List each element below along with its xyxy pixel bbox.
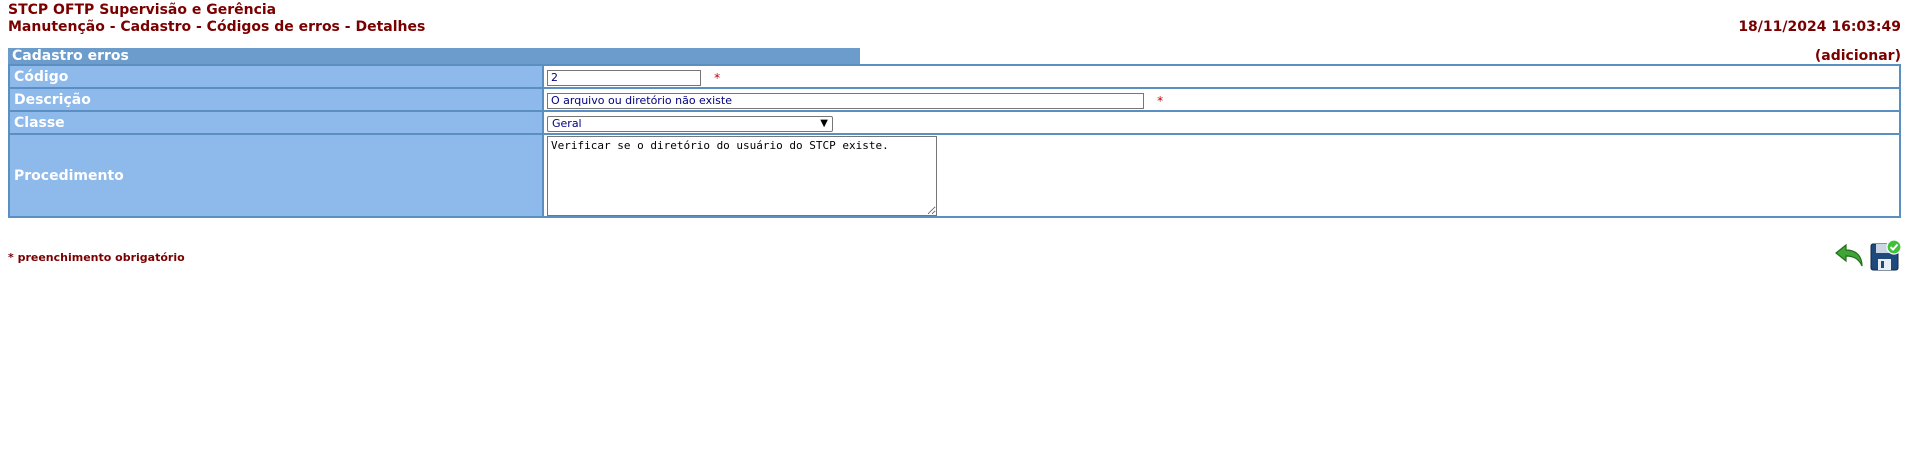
classe-select[interactable]: Geral ▼ (547, 115, 833, 132)
descricao-cell: * (542, 87, 1901, 112)
row-classe: Classe Geral ▼ (8, 110, 1901, 135)
descricao-label: Descrição (8, 87, 544, 112)
descricao-required-mark: * (1157, 93, 1164, 108)
section-title: Cadastro erros (8, 48, 860, 64)
chevron-down-icon: ▼ (820, 117, 828, 129)
codigo-cell: * (542, 64, 1901, 89)
procedimento-textarea[interactable]: Verificar se o diretório do usuário do S… (547, 136, 937, 216)
row-descricao: Descrição * (8, 87, 1901, 112)
classe-label: Classe (8, 110, 544, 135)
required-note: * preenchimento obrigatório (8, 251, 185, 264)
procedimento-cell: Verificar se o diretório do usuário do S… (542, 133, 1901, 218)
error-form: Código * Descrição * Classe Geral ▼ Proc… (8, 64, 1901, 218)
back-arrow-icon (1835, 243, 1863, 267)
procedimento-label: Procedimento (8, 133, 544, 218)
back-button[interactable] (1834, 239, 1866, 271)
current-datetime: 18/11/2024 16:03:49 (1738, 19, 1901, 35)
breadcrumb: Manutenção - Cadastro - Códigos de erros… (8, 19, 426, 35)
add-link[interactable]: (adicionar) (1815, 48, 1901, 64)
save-button[interactable] (1869, 239, 1902, 271)
app-title: STCP OFTP Supervisão e Gerência (8, 2, 277, 18)
row-codigo: Código * (8, 64, 1901, 89)
classe-cell: Geral ▼ (542, 110, 1901, 135)
save-disk-icon (1870, 239, 1902, 271)
classe-selected-value: Geral (552, 116, 582, 130)
row-procedimento: Procedimento Verificar se o diretório do… (8, 133, 1901, 218)
codigo-input[interactable] (547, 69, 701, 86)
action-buttons (1834, 238, 1902, 272)
codigo-label: Código (8, 64, 544, 89)
page-header: STCP OFTP Supervisão e Gerência Manutenç… (8, 2, 1901, 36)
codigo-required-mark: * (714, 70, 721, 85)
descricao-input[interactable] (547, 92, 1144, 109)
